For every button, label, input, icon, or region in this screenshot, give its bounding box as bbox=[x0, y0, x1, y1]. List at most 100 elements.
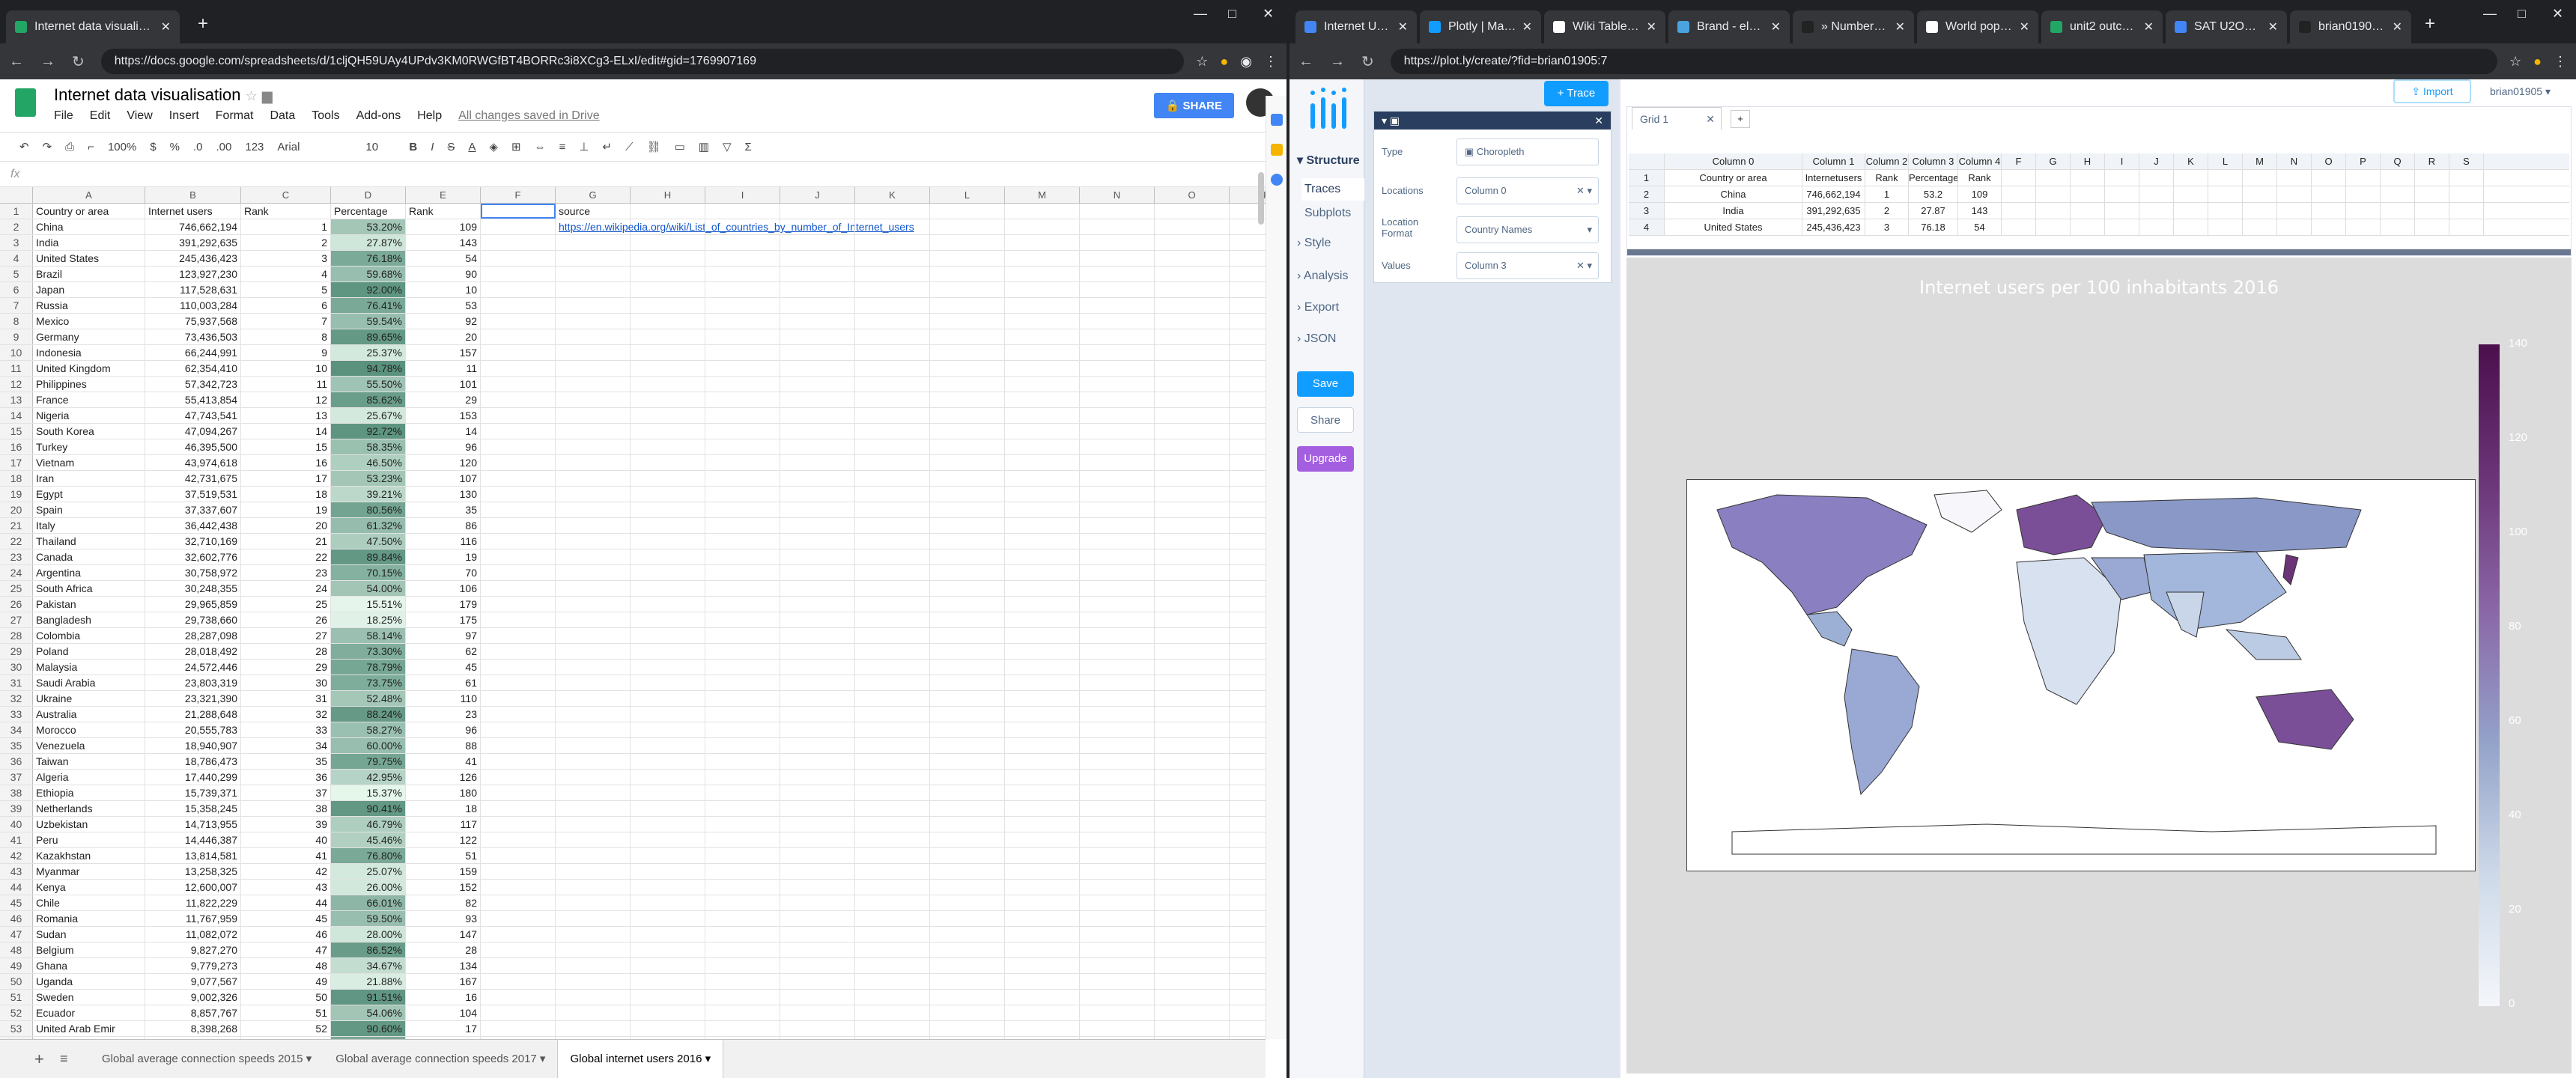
cell[interactable] bbox=[855, 298, 930, 313]
grid-cell[interactable] bbox=[2002, 219, 2036, 235]
cell[interactable] bbox=[1080, 722, 1155, 737]
cell[interactable] bbox=[1005, 864, 1080, 879]
grid-cell[interactable] bbox=[2449, 170, 2484, 186]
cell[interactable] bbox=[631, 817, 705, 832]
cell[interactable] bbox=[930, 408, 1005, 423]
cell[interactable] bbox=[1005, 817, 1080, 832]
cell[interactable]: Poland bbox=[33, 644, 145, 659]
cell[interactable] bbox=[1005, 219, 1080, 234]
cell[interactable] bbox=[481, 329, 556, 344]
cell[interactable]: 45.46% bbox=[331, 832, 406, 847]
cell[interactable] bbox=[1230, 455, 1266, 470]
cell[interactable] bbox=[855, 958, 930, 973]
cell[interactable] bbox=[1230, 785, 1266, 800]
cell[interactable] bbox=[631, 597, 705, 612]
cell[interactable] bbox=[705, 785, 780, 800]
cell[interactable]: 43 bbox=[241, 880, 331, 895]
cell[interactable] bbox=[705, 455, 780, 470]
cell[interactable] bbox=[631, 974, 705, 989]
calendar-icon[interactable] bbox=[1271, 114, 1283, 126]
location-format-select[interactable]: Country Names ▾ bbox=[1456, 216, 1599, 243]
close-icon[interactable]: ✕ bbox=[1594, 112, 1603, 130]
grid-cell[interactable] bbox=[2036, 219, 2071, 235]
cell[interactable] bbox=[1080, 204, 1155, 219]
grid-cell[interactable]: 2 bbox=[1865, 203, 1909, 219]
column-header[interactable]: H bbox=[631, 187, 705, 203]
back-icon[interactable]: ← bbox=[9, 53, 24, 70]
cell[interactable] bbox=[1080, 738, 1155, 753]
browser-tab[interactable]: » Number of intern✕ bbox=[1793, 10, 1914, 43]
nav-json[interactable]: › JSON bbox=[1297, 332, 1336, 346]
cell[interactable] bbox=[1080, 660, 1155, 674]
cell[interactable]: Nigeria bbox=[33, 408, 145, 423]
grid-cell[interactable] bbox=[2243, 219, 2277, 235]
grid-cell[interactable] bbox=[2415, 170, 2449, 186]
row-number[interactable]: 30 bbox=[0, 660, 33, 674]
cell[interactable]: 29 bbox=[406, 392, 481, 407]
grid-cell[interactable]: Percentage bbox=[1909, 170, 1958, 186]
cell[interactable]: 11,822,229 bbox=[145, 895, 241, 910]
cell[interactable]: 47,743,541 bbox=[145, 408, 241, 423]
cell[interactable] bbox=[631, 990, 705, 1005]
cell[interactable] bbox=[1005, 911, 1080, 926]
cell[interactable] bbox=[631, 880, 705, 895]
cell[interactable]: 117,528,631 bbox=[145, 282, 241, 297]
sheet-tab[interactable]: Global average connection speeds 2017 ▾ bbox=[323, 1040, 557, 1078]
chart-icon[interactable]: ▥ bbox=[699, 140, 709, 153]
cell[interactable] bbox=[855, 848, 930, 863]
forward-icon[interactable]: → bbox=[1330, 53, 1345, 70]
cell[interactable]: 78.79% bbox=[331, 660, 406, 674]
cell[interactable] bbox=[855, 832, 930, 847]
cell[interactable] bbox=[780, 738, 855, 753]
cell[interactable] bbox=[481, 267, 556, 281]
cell[interactable] bbox=[855, 565, 930, 580]
cell[interactable]: Kazakhstan bbox=[33, 848, 145, 863]
cell[interactable] bbox=[556, 565, 631, 580]
cell[interactable]: Colombia bbox=[33, 628, 145, 643]
cell[interactable]: 17 bbox=[406, 1021, 481, 1036]
cell[interactable] bbox=[930, 785, 1005, 800]
share-button[interactable]: Share bbox=[1297, 407, 1354, 433]
row-number[interactable]: 7 bbox=[0, 298, 33, 313]
cell[interactable]: 27.87% bbox=[331, 235, 406, 250]
cell[interactable] bbox=[631, 487, 705, 502]
grid-cell[interactable]: Rank bbox=[1958, 170, 2002, 186]
cell[interactable] bbox=[705, 251, 780, 266]
cell[interactable] bbox=[855, 502, 930, 517]
cell[interactable] bbox=[556, 770, 631, 785]
cell[interactable] bbox=[1155, 392, 1230, 407]
cell[interactable] bbox=[705, 597, 780, 612]
cell[interactable] bbox=[855, 864, 930, 879]
cell[interactable] bbox=[1005, 565, 1080, 580]
cell[interactable] bbox=[930, 487, 1005, 502]
cell[interactable] bbox=[631, 345, 705, 360]
cell[interactable] bbox=[1080, 502, 1155, 517]
cell[interactable] bbox=[1005, 974, 1080, 989]
cell[interactable]: 89.84% bbox=[331, 549, 406, 564]
cell[interactable] bbox=[855, 549, 930, 564]
cell[interactable] bbox=[780, 251, 855, 266]
borders-icon[interactable]: ⊞ bbox=[511, 140, 521, 153]
save-status[interactable]: All changes saved in Drive bbox=[458, 109, 600, 123]
cell[interactable] bbox=[1155, 990, 1230, 1005]
cell[interactable] bbox=[780, 770, 855, 785]
cell[interactable] bbox=[556, 314, 631, 329]
cell[interactable] bbox=[1230, 754, 1266, 769]
cell[interactable]: 24 bbox=[241, 581, 331, 596]
cell[interactable] bbox=[930, 895, 1005, 910]
cell[interactable] bbox=[855, 439, 930, 454]
grid-cell[interactable]: 2 bbox=[1629, 186, 1665, 202]
cell[interactable] bbox=[1080, 864, 1155, 879]
row-number[interactable]: 15 bbox=[0, 424, 33, 439]
cell[interactable] bbox=[1155, 738, 1230, 753]
cell[interactable]: 60.00% bbox=[331, 738, 406, 753]
cell[interactable] bbox=[855, 267, 930, 281]
cell[interactable] bbox=[705, 487, 780, 502]
grid-cell[interactable] bbox=[2346, 186, 2381, 202]
browser-tab[interactable]: SAT U2O5 - Resea✕ bbox=[2166, 10, 2287, 43]
cell[interactable]: Myanmar bbox=[33, 864, 145, 879]
cell[interactable]: Brazil bbox=[33, 267, 145, 281]
row-number[interactable]: 24 bbox=[0, 565, 33, 580]
grid-cell[interactable] bbox=[2002, 186, 2036, 202]
cell[interactable]: 73,436,503 bbox=[145, 329, 241, 344]
